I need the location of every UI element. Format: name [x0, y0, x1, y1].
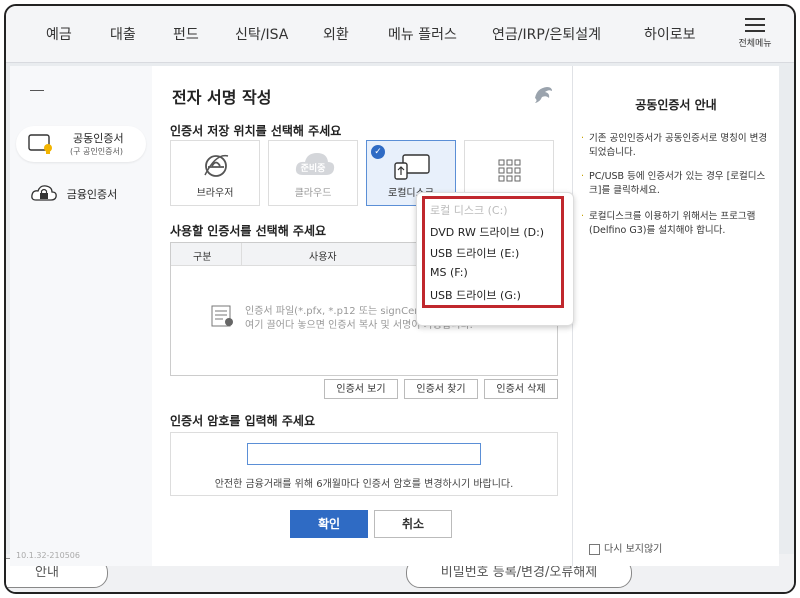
password-box: 안전한 금융거래를 위해 6개월마다 인증서 암호를 변경하시기 바랍니다. [170, 432, 558, 496]
dont-show-again-checkbox[interactable]: 다시 보지않기 [589, 540, 662, 555]
info-panel: 공동인증서 안내 · 기존 공인인증서가 공동인증서로 명칭이 변경되었습니다. … [572, 66, 779, 566]
certificate-icon [28, 134, 52, 154]
password-hint: 안전한 금융거래를 위해 6개월마다 인증서 암호를 변경하시기 바랍니다. [214, 479, 514, 490]
confirm-button[interactable]: 확인 [290, 510, 368, 538]
location-cloud-label: 클라우드 [294, 188, 332, 199]
version-label: 10.1.32-210506 [16, 551, 80, 560]
password-input[interactable] [247, 443, 481, 465]
nav-item-fund[interactable]: 펀드 [173, 24, 199, 44]
full-menu-label: 전체메뉴 [738, 39, 772, 49]
tab-financial-certificate[interactable]: 금융인증서 [16, 178, 146, 208]
financial-cert-title: 금융인증서 [66, 188, 118, 201]
info-bullet-2: · PC/USB 등에 인증서가 있는 경우 [로컬디스크]를 클릭하세요. [581, 171, 766, 196]
dont-show-again-label: 다시 보지않기 [604, 544, 663, 555]
location-section-label: 인증서 저장 위치를 선택해 주세요 [170, 124, 342, 138]
cancel-button[interactable]: 취소 [374, 510, 452, 538]
nav-item-fx[interactable]: 외환 [323, 24, 349, 44]
delete-cert-button[interactable]: 인증서 삭제 [484, 379, 558, 399]
location-cloud: 준비중 클라우드 [268, 140, 358, 206]
nav-item-menu-plus[interactable]: 메뉴 플러스 [388, 24, 457, 44]
password-section-label: 인증서 암호를 입력해 주세요 [170, 414, 316, 428]
nav-item-deposit[interactable]: 예금 [46, 24, 72, 44]
checkbox-icon [589, 543, 600, 555]
full-menu-button[interactable]: 전체메뉴 [732, 14, 778, 58]
find-cert-button[interactable]: 인증서 찾기 [404, 379, 478, 399]
info-bullet-1: · 기존 공인인증서가 공동인증서로 명칭이 변경되었습니다. [581, 133, 768, 158]
check-icon: ✓ [371, 145, 385, 159]
document-icon [211, 305, 233, 327]
cert-type-panel: 공동인증서 (구 공인인증서) 금융인증서 10.1.32-210506 [10, 66, 153, 566]
nav-item-hirobo[interactable]: 하이로보 [644, 24, 696, 44]
joint-cert-subtitle: (구 공인인증서) [70, 147, 123, 156]
info-title: 공동인증서 안내 [635, 98, 717, 112]
header-user: 사용자 [309, 252, 337, 263]
top-navigation: 예금 대출 펀드 신탁/ISA 외환 메뉴 플러스 연금/IRP/은퇴설계 하이… [6, 6, 794, 63]
grid-icon [498, 159, 521, 182]
minimize-icon[interactable] [30, 90, 44, 91]
usb-drive-icon [394, 154, 430, 180]
info-bullet-3: · 로컬디스크를 이용하기 위해서는 프로그램(Delfino G3)를 설치해야… [581, 211, 756, 236]
header-type: 구분 [193, 252, 212, 263]
lock-cloud-icon [31, 185, 57, 201]
joint-cert-title: 공동인증서 [73, 132, 124, 145]
highlight-box [422, 196, 564, 308]
nav-item-pension[interactable]: 연금/IRP/은퇴설계 [492, 24, 601, 44]
dialog-title: 전자 서명 작성 [172, 88, 272, 107]
tab-joint-certificate[interactable]: 공동인증서 (구 공인인증서) [16, 126, 146, 162]
cloud-preparing-badge: 준비중 [300, 164, 326, 174]
nav-item-loan[interactable]: 대출 [110, 24, 136, 44]
select-cert-label: 사용할 인증서를 선택해 주세요 [170, 224, 327, 238]
location-browser[interactable]: 브라우저 [170, 140, 260, 206]
browser-icon [204, 154, 229, 177]
hamburger-icon [745, 18, 765, 32]
view-cert-button[interactable]: 인증서 보기 [324, 379, 398, 399]
location-browser-label: 브라우저 [196, 188, 234, 199]
dolphin-logo-icon [535, 87, 552, 103]
nav-item-trust[interactable]: 신탁/ISA [235, 24, 288, 44]
app-frame: 예금 대출 펀드 신탁/ISA 외환 메뉴 플러스 연금/IRP/은퇴설계 하이… [4, 4, 796, 594]
